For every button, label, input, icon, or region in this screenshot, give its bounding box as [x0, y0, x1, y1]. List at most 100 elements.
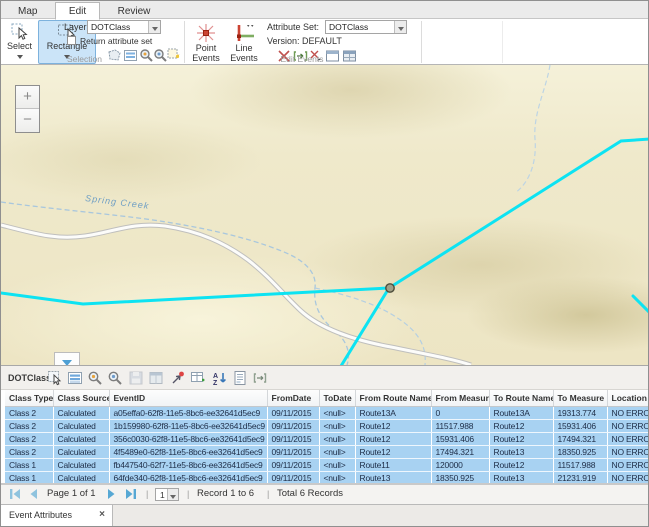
clear-selection-tool-button[interactable] [167, 48, 180, 63]
sort-records-button[interactable]: AZ [212, 370, 229, 387]
map-overlay [1, 65, 649, 365]
page-number-dropdown[interactable]: 1 [155, 488, 179, 501]
table-cell: Class 1 [5, 458, 53, 471]
column-header[interactable]: Location Error [607, 390, 649, 406]
open-attribute-window-button[interactable] [148, 370, 165, 387]
route-event-south[interactable] [341, 288, 389, 365]
show-selected-records-button[interactable] [67, 370, 84, 387]
record-list-icon [67, 370, 83, 386]
table-row[interactable]: Class 2Calculateda05effa0-62f8-11e5-8bc6… [5, 406, 649, 419]
event-table-body: Class 2Calculateda05effa0-62f8-11e5-8bc6… [5, 406, 649, 484]
route-event-west[interactable] [1, 288, 389, 304]
column-header[interactable]: ToDate [319, 390, 355, 406]
map-zoom-control: + − [15, 85, 40, 133]
table-cell: Class 2 [5, 406, 53, 419]
tab-map[interactable]: Map [5, 3, 50, 20]
table-cell: 21231.919 [553, 471, 607, 484]
bottom-tabstrip: Event Attributes × [1, 504, 648, 527]
table-cell: 356c0030-62f8-11e5-8bc6-ee32641d5ec9 [109, 432, 267, 445]
record-range-text: Record 1 to 6 [197, 488, 254, 499]
ribbon-tabstrip: Map Edit Review [1, 1, 648, 19]
zoom-to-record-button[interactable] [87, 370, 104, 387]
table-cell: Calculated [53, 471, 109, 484]
select-cursor-icon [11, 23, 29, 41]
prev-page-button[interactable] [29, 488, 38, 500]
column-header[interactable]: EventID [109, 390, 267, 406]
layer-dropdown-arrow-icon[interactable] [148, 21, 160, 33]
tab-event-attributes[interactable]: Event Attributes × [1, 505, 113, 527]
pan-to-record-button[interactable] [107, 370, 124, 387]
add-record-button[interactable] [190, 370, 207, 387]
table-cell: NO ERROR [607, 432, 649, 445]
table-cell: Route12 [489, 432, 553, 445]
tab-edit[interactable]: Edit [55, 2, 100, 20]
edit-events-group-label: Edit Events [189, 54, 415, 64]
column-header[interactable]: To Route Name [489, 390, 553, 406]
svg-text:Z: Z [213, 380, 218, 386]
return-attribute-set-label: Return attribute set [80, 36, 152, 46]
table-row[interactable]: Class 2Calculated1b159980-62f8-11e5-8bc6… [5, 419, 649, 432]
creek-branch-line [315, 288, 425, 365]
pagination-separator-2: | [187, 489, 189, 499]
table-cell: NO ERROR [607, 458, 649, 471]
table-cell: 15931.406 [431, 432, 489, 445]
measure-range-button[interactable] [252, 370, 269, 387]
layer-dropdown[interactable]: DOTClass [87, 20, 161, 34]
table-cell: <null> [319, 445, 355, 458]
event-table: Class TypeClass SourceEventIDFromDateToD… [1, 390, 649, 484]
table-add-icon [190, 370, 206, 386]
table-cell: 15931.406 [553, 419, 607, 432]
first-page-button[interactable] [10, 488, 21, 500]
next-page-button[interactable] [107, 488, 116, 500]
column-header[interactable]: Class Source [53, 390, 109, 406]
page-number-arrow-icon[interactable] [167, 489, 178, 500]
route-event-east-corner[interactable] [633, 296, 649, 313]
creek-upper-line [515, 65, 550, 193]
table-cell: 64fde340-62f8-11e5-8bc6-ee32641d5ec9 [109, 471, 267, 484]
attribute-set-dropdown-arrow-icon[interactable] [394, 21, 406, 33]
table-row[interactable]: Class 1Calculatedfb447540-62f7-11e5-8bc6… [5, 458, 649, 471]
table-cell: <null> [319, 471, 355, 484]
table-cell: 09/11/2015 [267, 445, 319, 458]
locate-event-button[interactable] [170, 370, 187, 387]
table-row[interactable]: Class 1Calculated64fde340-62f8-11e5-8bc6… [5, 471, 649, 484]
table-cell: NO ERROR [607, 419, 649, 432]
attribute-layer-name: DOTClass [8, 373, 51, 383]
attribute-set-dropdown[interactable]: DOTClass [325, 20, 407, 34]
table-cell: 120000 [431, 458, 489, 471]
save-edits-button[interactable] [128, 370, 145, 387]
close-tab-icon[interactable]: × [99, 509, 105, 521]
column-header[interactable]: To Measure [553, 390, 607, 406]
column-header[interactable]: FromDate [267, 390, 319, 406]
table-cell: 09/11/2015 [267, 458, 319, 471]
tab-review[interactable]: Review [105, 3, 164, 20]
route-event-northeast[interactable] [389, 139, 649, 288]
route-junction-marker[interactable] [386, 284, 394, 292]
table-row[interactable]: Class 2Calculated4f5489e0-62f8-11e5-8bc6… [5, 445, 649, 458]
pan-to-record-icon [107, 370, 123, 386]
map-canvas[interactable]: Spring Creek + − [1, 65, 649, 365]
zoom-in-button[interactable]: + [16, 86, 39, 109]
column-header[interactable]: From Route Name [355, 390, 431, 406]
form-page-icon [232, 370, 248, 386]
table-cell: 1b159980-62f8-11e5-8bc6-ee32641d5ec9 [109, 419, 267, 432]
clear-selection-icon [167, 48, 180, 60]
table-cell: Calculated [53, 419, 109, 432]
table-select-tool-button[interactable] [47, 370, 64, 387]
last-page-button[interactable] [125, 488, 136, 500]
table-header-row: Class TypeClass SourceEventIDFromDateToD… [5, 390, 649, 406]
table-cell: Route13 [489, 471, 553, 484]
table-row[interactable]: Class 2Calculated356c0030-62f8-11e5-8bc6… [5, 432, 649, 445]
panel-collapse-button[interactable] [54, 352, 80, 365]
zoom-out-button[interactable]: − [16, 109, 39, 132]
attribute-set-dropdown-value: DOTClass [329, 22, 368, 32]
column-header[interactable]: From Measure [431, 390, 489, 406]
table-cell: Calculated [53, 432, 109, 445]
open-form-button[interactable] [232, 370, 249, 387]
table-cell: Route12 [355, 419, 431, 432]
return-attribute-set-checkbox[interactable] [67, 36, 76, 45]
column-header[interactable]: Class Type [5, 390, 53, 406]
table-cell: Route12 [355, 432, 431, 445]
range-brackets-icon [252, 370, 268, 386]
zoom-to-record-icon [87, 370, 103, 386]
